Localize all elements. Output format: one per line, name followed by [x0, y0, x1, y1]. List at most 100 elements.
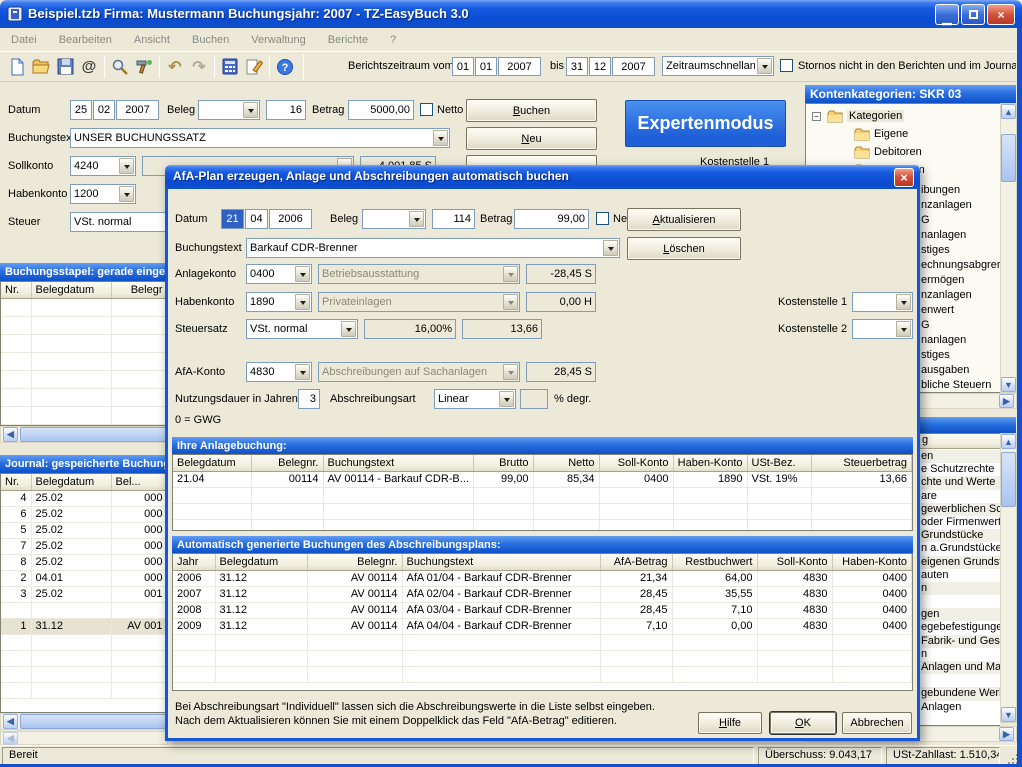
scroll-left-arrow[interactable]: ◀	[3, 732, 18, 745]
datum-year[interactable]: 2007	[116, 100, 159, 120]
col-buchungstext[interactable]: Buchungstext	[323, 455, 473, 471]
undo-icon[interactable]: ↶	[163, 55, 187, 79]
period-from-day[interactable]: 01	[452, 57, 474, 76]
table-row[interactable]: 200931.12AV 00114AfA 04/04 - Barkauf CDR…	[173, 618, 912, 634]
scroll-down-arrow[interactable]: ▼	[1001, 707, 1016, 722]
col-buchungstext[interactable]: Buchungstext	[402, 554, 600, 570]
journal-hscrollbar-2[interactable]: ◀	[0, 731, 168, 745]
redo-icon[interactable]: ↷	[187, 55, 211, 79]
chevron-down-icon[interactable]	[896, 294, 911, 310]
col-ust-bez[interactable]: USt-Bez.	[747, 455, 811, 471]
help-icon[interactable]: ?	[273, 55, 297, 79]
neu-button[interactable]: Neu	[466, 127, 597, 150]
chevron-down-icon[interactable]	[757, 58, 772, 74]
tools-icon[interactable]	[132, 55, 156, 79]
period-from-month[interactable]: 01	[475, 57, 497, 76]
save-icon[interactable]	[53, 55, 77, 79]
chevron-down-icon[interactable]	[243, 102, 258, 118]
beleg-select[interactable]	[198, 100, 260, 120]
afaplan-table[interactable]: Jahr Belegdatum Belegnr. Buchungstext Af…	[173, 554, 912, 683]
netto-checkbox[interactable]	[420, 103, 433, 116]
col-belegdatum[interactable]: Belegdatum	[31, 282, 111, 298]
col-steuerbetrag[interactable]: Steuerbetrag	[811, 455, 912, 471]
chevron-down-icon[interactable]	[409, 211, 424, 227]
menu-datei[interactable]: Datei	[0, 30, 48, 50]
search-icon[interactable]	[108, 55, 132, 79]
steuer-field[interactable]: VSt. normal	[70, 212, 180, 232]
stapel-hscrollbar[interactable]: ◀	[0, 426, 168, 443]
chevron-down-icon[interactable]	[295, 266, 310, 282]
col-jahr[interactable]: Jahr	[173, 554, 215, 570]
menu-berichte[interactable]: Berichte	[317, 30, 379, 50]
dialog-title-bar[interactable]: AfA-Plan erzeugen, Anlage und Abschreibu…	[165, 165, 920, 189]
email-icon[interactable]: @	[77, 55, 101, 79]
close-button[interactable]: ×	[987, 4, 1015, 25]
table-row[interactable]: 325.02001	[1, 586, 167, 602]
tree-item-eigene[interactable]: Eigene	[854, 126, 908, 142]
period-from-year[interactable]: 2007	[498, 57, 541, 76]
menu-bearbeiten[interactable]: Bearbeiten	[48, 30, 123, 50]
col-nr[interactable]: Nr.	[1, 282, 31, 298]
beleg-nr-field[interactable]: 16	[266, 100, 306, 120]
sollkonto-select[interactable]: 4240	[70, 156, 136, 176]
dlg-buchungstext-select[interactable]: Barkauf CDR-Brenner	[246, 238, 620, 258]
journal-selected-row[interactable]: 1 31.12 AV 001	[1, 618, 167, 634]
col-beleg[interactable]: Bel...	[111, 474, 167, 490]
dlg-habenkonto-select[interactable]: 1890	[246, 292, 312, 312]
table-row[interactable]: 200731.12AV 00114AfA 02/04 - Barkauf CDR…	[173, 586, 912, 602]
title-bar[interactable]: Beispiel.tzb Firma: Mustermann Buchungsj…	[0, 0, 1022, 28]
col-habenkonto[interactable]: Haben-Konto	[673, 455, 747, 471]
dlg-beleg-select[interactable]	[362, 209, 426, 229]
dlg-datum-month[interactable]: 04	[245, 209, 268, 229]
hilfe-button[interactable]: Hilfe	[698, 712, 762, 734]
scroll-up-arrow[interactable]: ▲	[1001, 104, 1016, 119]
col-sollkonto[interactable]: Soll-Konto	[599, 455, 673, 471]
col-sollkonto[interactable]: Soll-Konto	[757, 554, 832, 570]
buchen-button[interactable]: Buchen	[466, 99, 597, 122]
steuersatz-select[interactable]: VSt. normal	[246, 319, 358, 339]
dlg-beleg-nr[interactable]: 114	[432, 209, 475, 229]
col-belegdatum[interactable]: Belegdatum	[31, 474, 111, 490]
tree-item-kategorien[interactable]: − Kategorien	[812, 108, 904, 124]
table-row[interactable]: 425.02000	[1, 490, 167, 506]
edit-booking-icon[interactable]	[242, 55, 266, 79]
tree-collapse-icon[interactable]: −	[812, 112, 821, 121]
period-to-year[interactable]: 2007	[612, 57, 655, 76]
chevron-down-icon[interactable]	[119, 158, 134, 174]
col-nr[interactable]: Nr.	[1, 474, 31, 490]
dlg-datum-year[interactable]: 2006	[269, 209, 312, 229]
chevron-down-icon[interactable]	[341, 321, 356, 337]
kostenstelle2-select[interactable]	[852, 319, 913, 339]
table-row[interactable]: 725.02000	[1, 538, 167, 554]
menu-verwaltung[interactable]: Verwaltung	[240, 30, 316, 50]
journal-hscrollbar[interactable]: ◀	[0, 713, 168, 730]
panel2-vscrollbar[interactable]: ▲ ▼	[1000, 433, 1017, 723]
dlg-betrag-field[interactable]: 99,00	[514, 209, 589, 229]
table-row[interactable]: 625.02000	[1, 506, 167, 522]
dlg-datum-day[interactable]: 21	[221, 209, 244, 229]
datum-day[interactable]: 25	[70, 100, 92, 120]
table-row[interactable]: 200831.12AV 00114AfA 03/04 - Barkauf CDR…	[173, 602, 912, 618]
scroll-left-arrow[interactable]: ◀	[3, 427, 18, 442]
col-belegdatum[interactable]: Belegdatum	[215, 554, 307, 570]
konten-vscrollbar[interactable]: ▲ ▼	[1000, 103, 1017, 393]
scroll-thumb[interactable]	[1001, 452, 1016, 507]
habenkonto-select[interactable]: 1200	[70, 184, 136, 204]
table-row[interactable]: 200631.12AV 00114AfA 01/04 - Barkauf CDR…	[173, 570, 912, 586]
betrag-field[interactable]: 5000,00	[348, 100, 414, 120]
abschreibungsart-select[interactable]: Linear	[434, 389, 516, 409]
buchungstext-select[interactable]: UNSER BUCHUNGSSATZ	[70, 128, 450, 148]
quick-period-select[interactable]: Zeitraumschnellanwahl	[662, 56, 774, 76]
col-belegnr[interactable]: Belegnr.	[251, 455, 323, 471]
chevron-down-icon[interactable]	[295, 364, 310, 380]
scroll-left-arrow[interactable]: ◀	[3, 714, 18, 729]
col-brutto[interactable]: Brutto	[473, 455, 533, 471]
chevron-down-icon[interactable]	[896, 321, 911, 337]
menu-buchen[interactable]: Buchen	[181, 30, 240, 50]
table-row[interactable]: 825.02000	[1, 554, 167, 570]
period-to-month[interactable]: 12	[589, 57, 611, 76]
scroll-thumb[interactable]	[20, 427, 166, 442]
col-belegnr[interactable]: Belegnr.	[307, 554, 402, 570]
table-row[interactable]: 21.0400114AV 00114 - Barkauf CDR-B...99,…	[173, 471, 912, 487]
scroll-down-arrow[interactable]: ▼	[1001, 377, 1016, 392]
